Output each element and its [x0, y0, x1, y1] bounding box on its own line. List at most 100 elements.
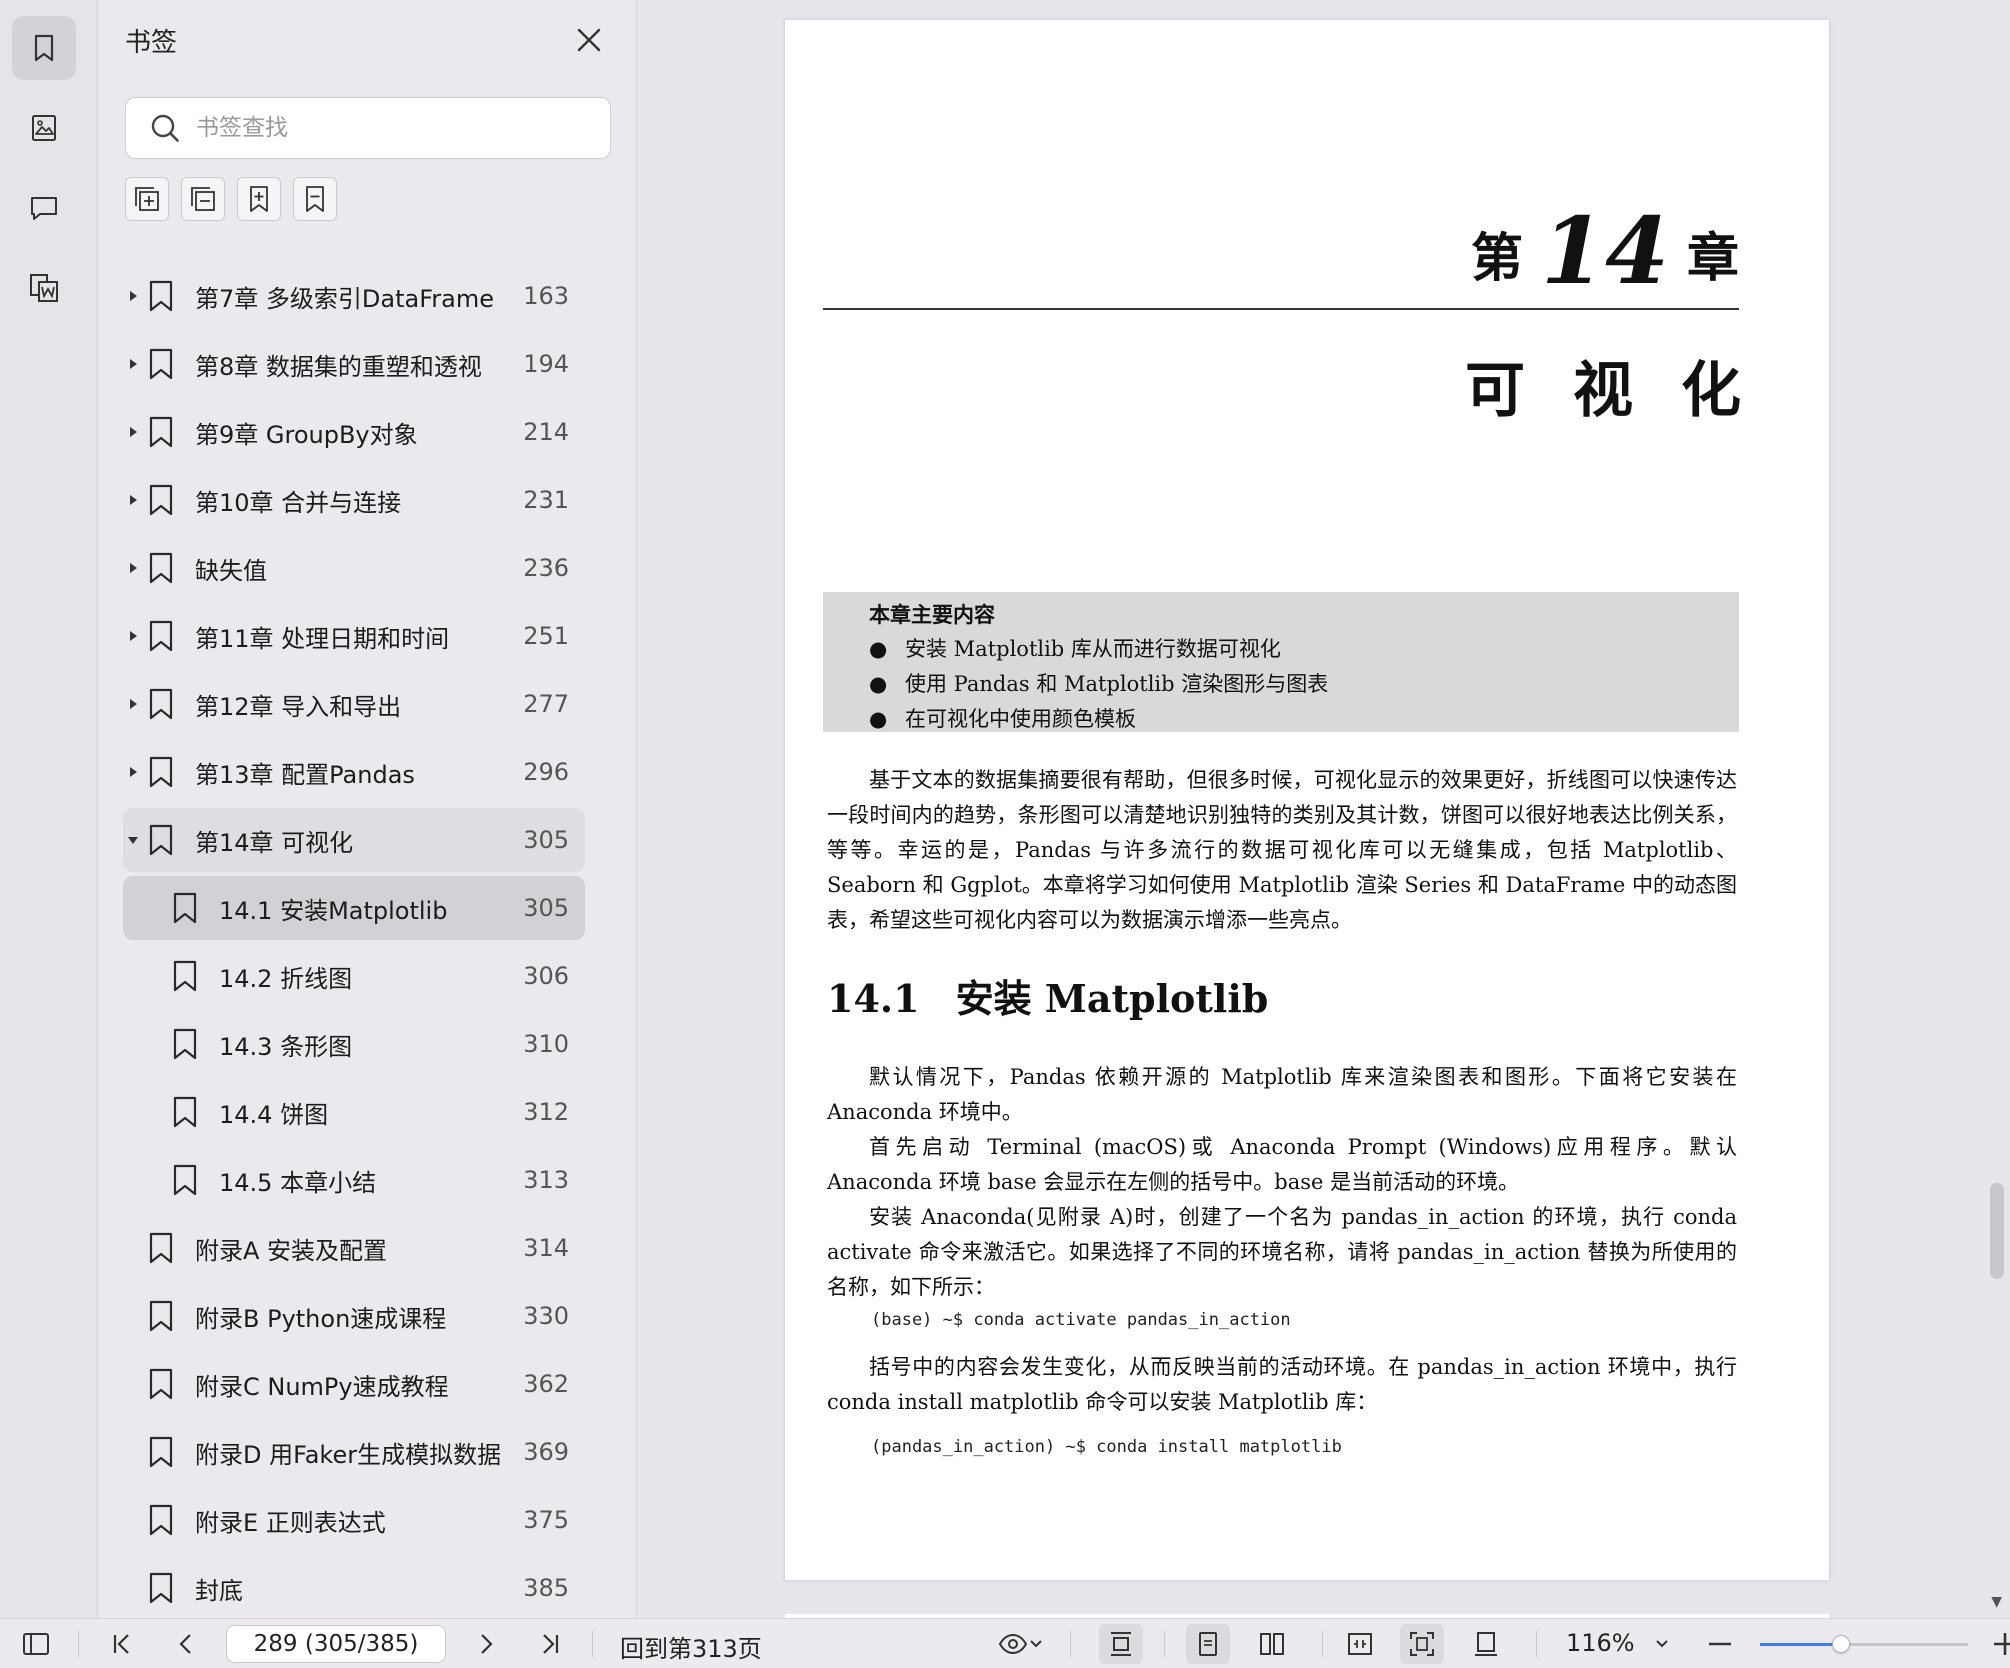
word-convert-tab-button[interactable] — [12, 256, 76, 320]
bookmark-row[interactable]: 14.5 本章小结 313 — [123, 1148, 585, 1212]
zoom-dropdown-button[interactable] — [1650, 1628, 1674, 1660]
bookmark-row[interactable]: 14.3 条形图 310 — [123, 1012, 585, 1076]
bookmark-label: 14.5 本章小结 — [219, 1168, 377, 1197]
fit-width-icon — [1348, 1633, 1372, 1655]
document-scrollbar[interactable]: ▼ — [1984, 0, 2010, 1618]
expand-arrow-icon[interactable] — [125, 492, 141, 508]
thumbnails-tab-button[interactable] — [12, 96, 76, 160]
document-scrollbar-thumb[interactable] — [1990, 1183, 2004, 1279]
bookmark-label: 附录B Python速成课程 — [195, 1304, 447, 1333]
bookmark-row[interactable]: 附录E 正则表达式 375 — [123, 1488, 585, 1552]
bookmark-icon — [149, 416, 173, 448]
expand-all-button[interactable] — [125, 177, 169, 221]
bookmark-label: 第10章 合并与连接 — [195, 488, 402, 517]
bookmark-row[interactable]: 第12章 导入和导出 277 — [123, 672, 585, 736]
bookmark-page-number: 231 — [523, 486, 569, 514]
section-heading: 14.1 安装 Matplotlib — [827, 968, 1268, 1023]
bookmark-row[interactable]: 第10章 合并与连接 231 — [123, 468, 585, 532]
bookmark-label: 第14章 可视化 — [195, 828, 354, 857]
body-paragraph: 安装 Anaconda(见附录 A)时，创建了一个名为 pandas_in_ac… — [827, 1205, 1737, 1299]
expand-arrow-icon[interactable] — [125, 764, 141, 780]
bookmark-label: 附录C NumPy速成教程 — [195, 1372, 449, 1401]
bookmark-icon — [173, 1028, 197, 1060]
bookmark-row[interactable]: 第13章 配置Pandas 296 — [123, 740, 585, 804]
last-page-button[interactable] — [534, 1628, 566, 1660]
bookmark-page-number: 251 — [523, 622, 569, 650]
expand-arrow-icon[interactable] — [125, 560, 141, 576]
page-number-input[interactable] — [226, 1625, 446, 1663]
bookmark-row[interactable]: 14.2 折线图 306 — [123, 944, 585, 1008]
close-panel-button[interactable] — [571, 22, 607, 58]
zoom-slider[interactable] — [1760, 1635, 1968, 1653]
chapter-prefix: 第 — [1470, 228, 1523, 289]
eye-icon — [998, 1633, 1028, 1655]
body-paragraph: 首先启动 Terminal (macOS)或 Anaconda Prompt (… — [827, 1135, 1737, 1194]
bookmark-row[interactable]: 封底 385 — [123, 1556, 585, 1620]
back-to-page-link[interactable]: 回到第313页 — [620, 1629, 762, 1664]
status-bar: 回到第313页 116% — [0, 1618, 2010, 1668]
rotate-view-button[interactable] — [1470, 1628, 1502, 1660]
bookmark-row[interactable]: 附录C NumPy速成教程 362 — [123, 1352, 585, 1416]
bookmark-icon — [173, 1164, 197, 1196]
zoom-level[interactable]: 116% — [1566, 1629, 1635, 1657]
bookmark-search-box[interactable] — [125, 97, 611, 159]
expand-arrow-icon[interactable] — [125, 424, 141, 440]
bookmark-label: 14.3 条形图 — [219, 1032, 353, 1061]
summary-item: ● 在可视化中使用颜色模板 — [869, 707, 1136, 731]
bookmark-label: 14.1 安装Matplotlib — [219, 896, 448, 925]
bookmark-row[interactable]: 缺失值 236 — [123, 536, 585, 600]
expand-arrow-icon[interactable] — [125, 696, 141, 712]
fit-width-button[interactable] — [1344, 1628, 1376, 1660]
toggle-sidebar-button[interactable] — [20, 1628, 52, 1660]
single-page-icon — [1199, 1632, 1217, 1656]
bookmark-search-input[interactable] — [196, 115, 596, 141]
separator — [592, 1631, 593, 1657]
bookmark-row[interactable]: 附录A 安装及配置 314 — [123, 1216, 585, 1280]
bookmark-label: 14.4 饼图 — [219, 1100, 329, 1129]
bookmark-page-number: 194 — [523, 350, 569, 378]
bookmark-row[interactable]: 第11章 处理日期和时间 251 — [123, 604, 585, 668]
bookmarks-tab-button[interactable] — [12, 16, 76, 80]
bookmark-row[interactable]: 第7章 多级索引DataFrame 163 — [123, 264, 585, 328]
bookmark-icon — [149, 1504, 173, 1536]
bookmark-page-number: 277 — [523, 690, 569, 718]
collapse-arrow-icon[interactable] — [125, 832, 141, 848]
bookmark-row[interactable]: 附录B Python速成课程 330 — [123, 1284, 585, 1348]
single-page-button[interactable] — [1186, 1624, 1230, 1664]
bookmark-row[interactable]: 附录D 用Faker生成模拟数据 369 — [123, 1420, 585, 1484]
next-page-button[interactable] — [470, 1628, 502, 1660]
expand-arrow-icon[interactable] — [125, 356, 141, 372]
first-page-button[interactable] — [106, 1628, 138, 1660]
expand-arrow-icon[interactable] — [125, 628, 141, 644]
collapse-all-button[interactable] — [181, 177, 225, 221]
bookmark-row[interactable]: 14.4 饼图 312 — [123, 1080, 585, 1144]
chapter-number: 14 — [1540, 197, 1669, 305]
bookmark-row[interactable]: 14.1 安装Matplotlib 305 — [123, 876, 585, 940]
bookmark-row[interactable]: 第8章 数据集的重塑和透视 194 — [123, 332, 585, 396]
bookmark-page-number: 305 — [523, 894, 569, 922]
chapter-heading: 第 14 章 — [1471, 205, 1739, 297]
fit-page-button[interactable] — [1400, 1624, 1444, 1664]
remove-bookmark-button[interactable] — [293, 177, 337, 221]
scroll-down-arrow-icon[interactable]: ▼ — [1991, 1594, 2002, 1610]
bookmark-page-number: 214 — [523, 418, 569, 446]
bookmark-row[interactable]: 第14章 可视化 305 — [123, 808, 585, 872]
previous-page-button[interactable] — [170, 1628, 202, 1660]
expand-arrow-icon[interactable] — [125, 288, 141, 304]
chapter-suffix: 章 — [1686, 228, 1739, 289]
view-mode-dropdown[interactable] — [992, 1628, 1048, 1660]
document-viewer: 第 14 章 可视化 本章主要内容 ● 安装 Matplotlib 库从而进行数据… — [638, 0, 2010, 1624]
code-line: (pandas_in_action) ~$ conda install matp… — [871, 1437, 1342, 1457]
continuous-scroll-button[interactable] — [1099, 1624, 1143, 1664]
zoom-out-button[interactable] — [1704, 1628, 1736, 1660]
bookmark-label: 第11章 处理日期和时间 — [195, 624, 450, 653]
zoom-in-button[interactable] — [1990, 1628, 2010, 1660]
zoom-slider-handle[interactable] — [1832, 1635, 1851, 1653]
add-bookmark-button[interactable] — [237, 177, 281, 221]
bookmark-icon — [149, 348, 173, 380]
comments-tab-button[interactable] — [12, 176, 76, 240]
fit-page-icon — [1410, 1632, 1434, 1656]
bookmark-row[interactable]: 第9章 GroupBy对象 214 — [123, 400, 585, 464]
expand-all-icon — [135, 187, 159, 211]
two-page-button[interactable] — [1256, 1628, 1288, 1660]
